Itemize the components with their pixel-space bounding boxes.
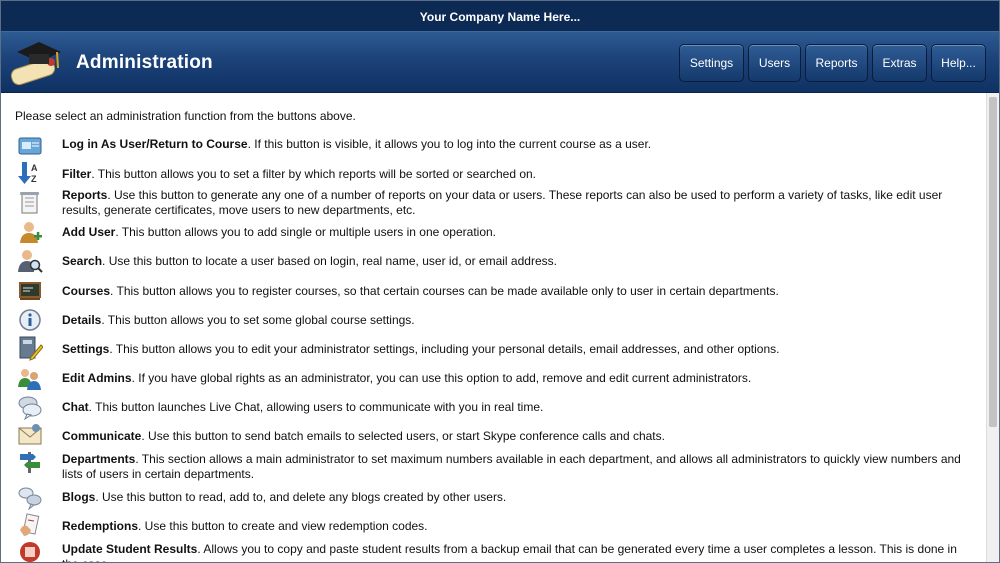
list-item: Log in As User/Return to Course. If this… <box>15 137 973 155</box>
intro-text: Please select an administration function… <box>15 109 356 123</box>
item-desc: . Use this button to locate a user based… <box>102 254 557 268</box>
item-title: Chat <box>62 400 89 414</box>
list-item: Details. This button allows you to set s… <box>15 309 973 331</box>
list-item: Communicate. Use this button to send bat… <box>15 424 973 445</box>
item-title: Blogs <box>62 490 96 504</box>
reports-button[interactable]: Reports <box>805 44 868 82</box>
blogs-icon <box>17 484 43 510</box>
list-item: Edit Admins. If you have global rights a… <box>15 369 973 390</box>
list-item: Blogs. Use this button to read, add to, … <box>15 487 973 510</box>
list-item: Add User. This button allows you to add … <box>15 222 973 243</box>
list-item: Courses. This button allows you to regis… <box>15 282 973 300</box>
page-title: Administration <box>76 52 213 73</box>
info-icon <box>17 307 43 333</box>
item-desc: . This button allows you to set a filter… <box>91 167 537 181</box>
admins-icon <box>17 365 43 391</box>
update-results-icon <box>17 539 43 562</box>
item-desc: . This button allows you to add single o… <box>115 225 497 239</box>
item-title: Update Student Results <box>62 542 198 556</box>
document-icon <box>17 190 43 216</box>
list-item: AZ Filter. This button allows you to set… <box>15 162 973 184</box>
item-desc: . Use this button to generate any one of… <box>62 188 943 217</box>
help-button[interactable]: Help... <box>931 44 986 82</box>
header-bar: Administration Settings Users Reports Ex… <box>1 31 999 93</box>
item-desc: . This button allows you to edit your ad… <box>109 342 780 356</box>
vertical-scrollbar[interactable] <box>986 93 999 562</box>
chat-icon <box>17 394 43 420</box>
list-item: Reports. Use this button to generate any… <box>15 188 973 218</box>
list-item: Departments. This section allows a main … <box>15 452 973 482</box>
edit-settings-icon <box>17 335 43 361</box>
company-name: Your Company Name Here... <box>1 1 999 31</box>
extras-button[interactable]: Extras <box>872 44 927 82</box>
scrollbar-thumb[interactable] <box>989 97 997 427</box>
users-button[interactable]: Users <box>748 44 801 82</box>
item-desc: . This section allows a main administrat… <box>62 452 961 481</box>
item-title: Log in As User/Return to Course <box>62 137 248 151</box>
item-desc: . If you have global rights as an admini… <box>131 371 752 385</box>
item-desc: . This button allows you to set some glo… <box>101 313 415 327</box>
card-icon <box>17 133 43 159</box>
item-title: Edit Admins <box>62 371 132 385</box>
item-title: Details <box>62 313 102 327</box>
item-title: Reports <box>62 188 108 202</box>
settings-button[interactable]: Settings <box>679 44 744 82</box>
list-item: Settings. This button allows you to edit… <box>15 336 973 361</box>
main-content: Please select an administration function… <box>1 93 987 562</box>
add-user-icon <box>17 219 43 245</box>
chalkboard-icon <box>17 278 43 304</box>
item-desc: . If this button is visible, it allows y… <box>247 137 652 151</box>
svg-text:A: A <box>31 163 38 173</box>
item-title: Courses <box>62 284 111 298</box>
item-desc: . Allows you to copy and paste student r… <box>62 542 957 562</box>
list-item: Redemptions. Use this button to create a… <box>15 513 973 536</box>
item-title: Filter <box>62 167 92 181</box>
item-desc: . This button launches Live Chat, allowi… <box>88 400 544 414</box>
svg-text:Z: Z <box>31 174 37 184</box>
item-title: Communicate <box>62 429 142 443</box>
list-item: Update Student Results. Allows you to co… <box>15 539 973 562</box>
graduation-cap-icon <box>7 38 63 86</box>
envelope-icon <box>17 422 43 448</box>
item-desc: . Use this button to create and view red… <box>138 519 428 533</box>
redemption-icon <box>17 512 43 538</box>
item-title: Search <box>62 254 103 268</box>
item-title: Redemptions <box>62 519 139 533</box>
item-desc: . Use this button to read, add to, and d… <box>95 490 507 504</box>
item-title: Departments <box>62 452 136 466</box>
signpost-icon <box>17 449 43 475</box>
top-nav: Settings Users Reports Extras Help... <box>679 44 986 82</box>
sort-az-icon: AZ <box>17 160 43 186</box>
item-desc: . This button allows you to register cou… <box>110 284 779 298</box>
item-desc: . Use this button to send batch emails t… <box>141 429 665 443</box>
item-title: Add User <box>62 225 116 239</box>
list-item: Search. Use this button to locate a user… <box>15 250 973 273</box>
list-item: Chat. This button launches Live Chat, al… <box>15 396 973 420</box>
item-title: Settings <box>62 342 110 356</box>
app-window: Your Company Name Here... Administration… <box>0 0 1000 563</box>
search-user-icon <box>17 248 43 274</box>
